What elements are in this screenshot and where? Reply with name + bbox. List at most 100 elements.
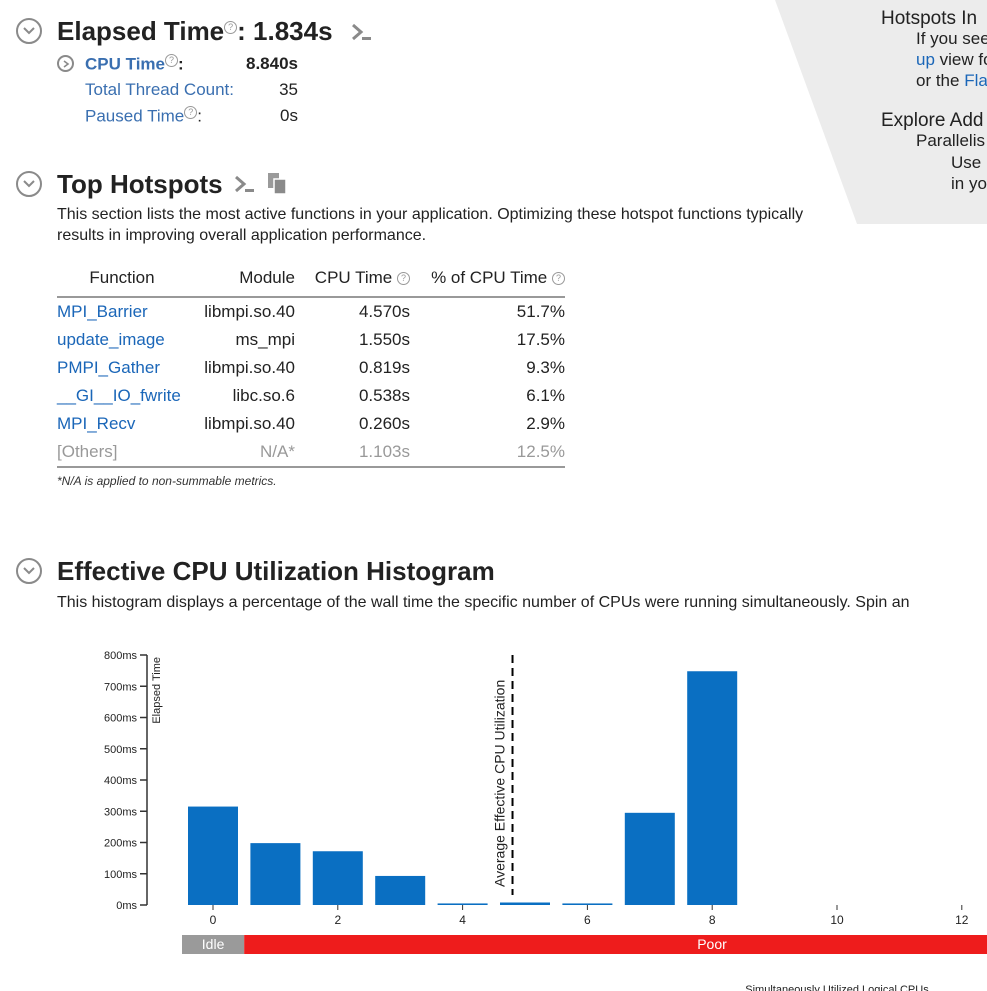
x-tick-label: 4 bbox=[459, 913, 466, 927]
y-tick-label: 300ms bbox=[104, 806, 138, 818]
insights-title: Hotspots In bbox=[881, 8, 978, 29]
cpu-time-cell: 0.538s bbox=[358, 386, 410, 405]
total-thread-count-value: 35 bbox=[279, 80, 298, 99]
average-utilization-label: Average Effective CPU Utilization bbox=[492, 680, 508, 887]
expand-cpu-time-icon[interactable] bbox=[57, 55, 74, 72]
hotspots-description: This section lists the most active funct… bbox=[57, 206, 804, 244]
table-header-row: Function Module CPU Time ? % of CPU Time… bbox=[57, 266, 565, 298]
y-tick-label: 200ms bbox=[104, 838, 138, 850]
x-tick-label: 10 bbox=[830, 913, 844, 927]
x-tick-label: 0 bbox=[210, 913, 217, 927]
collapse-hotspots-icon[interactable] bbox=[16, 171, 42, 197]
function-cell: [Others] bbox=[57, 438, 187, 468]
elapsed-time-heading: Elapsed Time?: 1.834s bbox=[57, 16, 333, 46]
zone-poor-label: Poor bbox=[697, 936, 727, 952]
x-tick-label: 2 bbox=[334, 913, 341, 927]
histogram-bar[interactable] bbox=[188, 806, 238, 905]
cpu-utilization-histogram: 0ms100ms200ms300ms400ms500ms600ms700ms80… bbox=[104, 650, 987, 991]
top-hotspots-heading: Top Hotspots bbox=[57, 169, 223, 199]
function-cell[interactable]: update_image bbox=[57, 326, 187, 354]
cpu-time-label[interactable]: CPU Time?: bbox=[85, 54, 184, 75]
histogram-heading: Effective CPU Utilization Histogram bbox=[57, 556, 495, 586]
module-cell: libmpi.so.40 bbox=[204, 358, 295, 377]
module-cell: ms_mpi bbox=[235, 330, 295, 349]
cpu-time-cell: 0.819s bbox=[358, 358, 410, 377]
help-icon[interactable]: ? bbox=[552, 272, 565, 286]
y-tick-label: 0ms bbox=[116, 900, 137, 912]
cpu-time-cell: 4.570s bbox=[358, 302, 410, 321]
hotspots-table: Function Module CPU Time ? % of CPU Time… bbox=[57, 266, 565, 468]
pct-cpu-time-cell: 9.3% bbox=[526, 358, 565, 377]
function-cell[interactable]: MPI_Barrier bbox=[57, 297, 187, 326]
histogram-bar[interactable] bbox=[624, 812, 675, 905]
x-tick-label: 8 bbox=[709, 913, 716, 927]
function-cell[interactable]: PMPI_Gather bbox=[57, 354, 187, 382]
table-row[interactable]: MPI_Barrier libmpi.so.40 4.570s 51.7% bbox=[57, 297, 565, 326]
flame-graph-link[interactable]: Fla bbox=[964, 71, 987, 90]
elapsed-time-value: : 1.834s bbox=[237, 16, 333, 46]
open-bottom-up-icon[interactable] bbox=[350, 22, 372, 47]
table-row[interactable]: PMPI_Gather libmpi.so.40 0.819s 9.3% bbox=[57, 354, 565, 382]
y-tick-label: 400ms bbox=[104, 775, 138, 787]
y-tick-label: 700ms bbox=[104, 681, 138, 693]
column-header-function[interactable]: Function bbox=[57, 266, 187, 298]
function-cell[interactable]: __GI__IO_fwrite bbox=[57, 382, 187, 410]
module-cell: N/A* bbox=[187, 438, 295, 468]
help-icon[interactable]: ? bbox=[165, 54, 178, 67]
histogram-bar[interactable] bbox=[500, 902, 550, 906]
histogram-bar[interactable] bbox=[687, 671, 738, 905]
column-header-module[interactable]: Module bbox=[187, 266, 295, 298]
histogram-bar[interactable] bbox=[375, 875, 426, 905]
column-header-cpu-time[interactable]: CPU Time ? bbox=[295, 266, 410, 298]
open-bottom-up-icon[interactable] bbox=[233, 174, 255, 199]
pct-cpu-time-cell: 6.1% bbox=[526, 386, 565, 405]
zone-idle-label: Idle bbox=[202, 936, 225, 952]
total-thread-count-label[interactable]: Total Thread Count: bbox=[85, 80, 234, 100]
x-tick-label: 6 bbox=[584, 913, 591, 927]
zone-poor bbox=[244, 935, 987, 954]
table-row[interactable]: update_image ms_mpi 1.550s 17.5% bbox=[57, 326, 565, 354]
y-tick-label: 100ms bbox=[104, 869, 138, 881]
y-tick-label: 500ms bbox=[104, 744, 138, 756]
column-header-pct-cpu-time[interactable]: % of CPU Time ? bbox=[410, 266, 565, 298]
table-row[interactable]: __GI__IO_fwrite libc.so.6 0.538s 6.1% bbox=[57, 382, 565, 410]
hotspots-footnote: *N/A is applied to non-summable metrics. bbox=[57, 474, 277, 488]
paused-time-value: 0s bbox=[280, 106, 298, 125]
histogram-bar[interactable] bbox=[312, 851, 363, 905]
table-row[interactable]: [Others] N/A* 1.103s 12.5% bbox=[57, 438, 565, 468]
cpu-time-value: 8.840s bbox=[246, 54, 298, 73]
explore-title: Explore Add bbox=[881, 110, 984, 131]
help-icon[interactable]: ? bbox=[397, 272, 410, 286]
bottom-up-link[interactable]: up bbox=[916, 50, 935, 69]
histogram-bar[interactable] bbox=[250, 843, 301, 905]
histogram-bar[interactable] bbox=[562, 903, 613, 905]
module-cell: libc.so.6 bbox=[232, 386, 295, 405]
function-cell[interactable]: MPI_Recv bbox=[57, 410, 187, 438]
collapse-histogram-icon[interactable] bbox=[16, 558, 42, 584]
explore-text-2: Use bbox=[951, 153, 982, 172]
pct-cpu-time-cell: 12.5% bbox=[410, 438, 565, 468]
histogram-description: This histogram displays a percentage of … bbox=[57, 594, 910, 611]
explore-text-3: in yo bbox=[951, 174, 987, 193]
copy-icon[interactable] bbox=[266, 171, 288, 200]
cpu-time-cell: 1.103s bbox=[295, 438, 410, 468]
cpu-time-cell: 1.550s bbox=[358, 330, 410, 349]
insights-text-1: If you see bbox=[916, 29, 987, 48]
table-row[interactable]: MPI_Recv libmpi.so.40 0.260s 2.9% bbox=[57, 410, 565, 438]
pct-cpu-time-cell: 51.7% bbox=[516, 302, 565, 321]
module-cell: libmpi.so.40 bbox=[204, 302, 295, 321]
y-tick-label: 600ms bbox=[104, 713, 138, 725]
y-tick-label: 800ms bbox=[104, 650, 138, 662]
module-cell: libmpi.so.40 bbox=[204, 414, 295, 433]
explore-text-1: Parallelis bbox=[916, 131, 985, 150]
help-icon[interactable]: ? bbox=[184, 106, 198, 119]
insights-text-3: or the Fla bbox=[916, 71, 987, 90]
y-axis-title: Elapsed Time bbox=[151, 657, 163, 724]
insights-text-2: up view fo bbox=[916, 50, 987, 69]
pct-cpu-time-cell: 17.5% bbox=[516, 330, 565, 349]
paused-time-label[interactable]: Paused Time?: bbox=[85, 106, 202, 127]
cpu-time-cell: 0.260s bbox=[358, 414, 410, 433]
collapse-summary-icon[interactable] bbox=[16, 18, 42, 44]
histogram-bar[interactable] bbox=[437, 903, 488, 905]
help-icon[interactable]: ? bbox=[224, 21, 238, 35]
